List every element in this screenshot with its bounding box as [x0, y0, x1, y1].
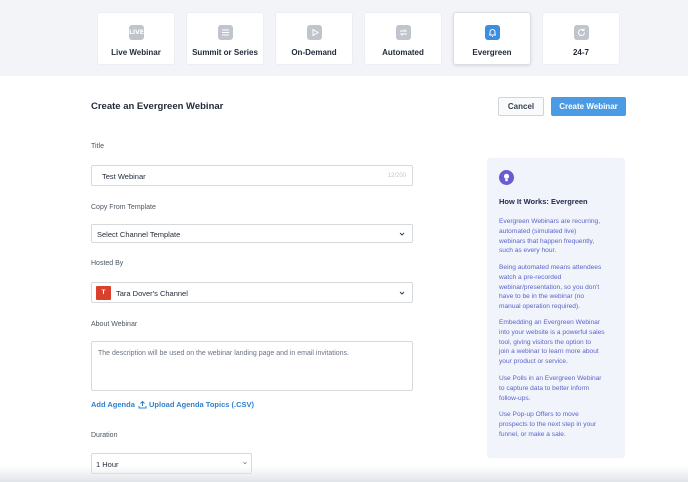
title-input[interactable]: Test Webinar 12/200	[91, 165, 413, 186]
type-card-24-7[interactable]: 24-7	[542, 12, 620, 65]
info-paragraph: Use Polls in an Evergreen Webinar to capt…	[499, 375, 602, 402]
add-agenda-link[interactable]: Add Agenda	[91, 400, 135, 409]
chevron-down-icon	[399, 232, 405, 236]
webinar-type-bar: LIVE Live Webinar Summit or Series On-De…	[0, 0, 688, 76]
page-title: Create an Evergreen Webinar	[91, 101, 224, 112]
title-value: Test Webinar	[102, 172, 146, 181]
type-label: Live Webinar	[111, 48, 161, 57]
info-paragraph: Being automated means attendees watch a p…	[499, 264, 602, 311]
hosted-by-label: Hosted By	[91, 260, 124, 267]
type-label: 24-7	[572, 48, 589, 57]
hosted-by-value: Tara Dover's Channel	[116, 289, 188, 298]
template-select[interactable]: Select Channel Template	[91, 224, 413, 243]
info-paragraph: Embedding an Evergreen Webinar into your …	[499, 319, 605, 366]
type-label: Evergreen	[472, 48, 512, 57]
about-textarea[interactable]: The description will be used on the webi…	[91, 341, 413, 391]
type-card-summit-or-series[interactable]: Summit or Series	[186, 12, 264, 65]
info-panel: How It Works: Evergreen Evergreen Webina…	[487, 158, 625, 458]
type-card-on-demand[interactable]: On-Demand	[275, 12, 353, 65]
duration-label: Duration	[91, 432, 118, 439]
cancel-button[interactable]: Cancel	[498, 97, 544, 116]
type-card-live-webinar[interactable]: LIVE Live Webinar	[97, 12, 175, 65]
about-label: About Webinar	[91, 321, 138, 328]
upload-icon	[138, 400, 147, 409]
type-card-evergreen[interactable]: Evergreen	[453, 12, 531, 65]
play-icon	[307, 25, 322, 40]
template-label: Copy From Template	[91, 204, 156, 211]
type-card-automated[interactable]: Automated	[364, 12, 442, 65]
info-paragraph: Evergreen Webinars are recurring, automat…	[499, 218, 601, 255]
chevron-down-icon	[399, 291, 405, 295]
template-value: Select Channel Template	[97, 230, 181, 239]
create-webinar-button[interactable]: Create Webinar	[551, 97, 626, 116]
live-icon: LIVE	[129, 25, 144, 40]
lightbulb-icon	[499, 170, 514, 185]
info-title: How It Works: Evergreen	[499, 197, 588, 206]
about-placeholder: The description will be used on the webi…	[98, 350, 349, 357]
bell-icon	[485, 25, 500, 40]
bottom-shade	[0, 466, 688, 482]
upload-agenda-link[interactable]: Upload Agenda Topics (.CSV)	[149, 400, 254, 409]
repeat-icon	[396, 25, 411, 40]
type-label: On-Demand	[291, 48, 337, 57]
type-label: Automated	[382, 48, 424, 57]
type-label: Summit or Series	[192, 48, 258, 57]
list-icon	[218, 25, 233, 40]
refresh-icon	[574, 25, 589, 40]
channel-avatar: T	[96, 286, 111, 300]
title-char-counter: 12/200	[387, 173, 406, 179]
info-paragraph: Use Pop-up Offers to move prospects to th…	[499, 411, 597, 438]
title-label: Title	[91, 143, 104, 150]
hosted-by-select[interactable]: T Tara Dover's Channel	[91, 282, 413, 303]
